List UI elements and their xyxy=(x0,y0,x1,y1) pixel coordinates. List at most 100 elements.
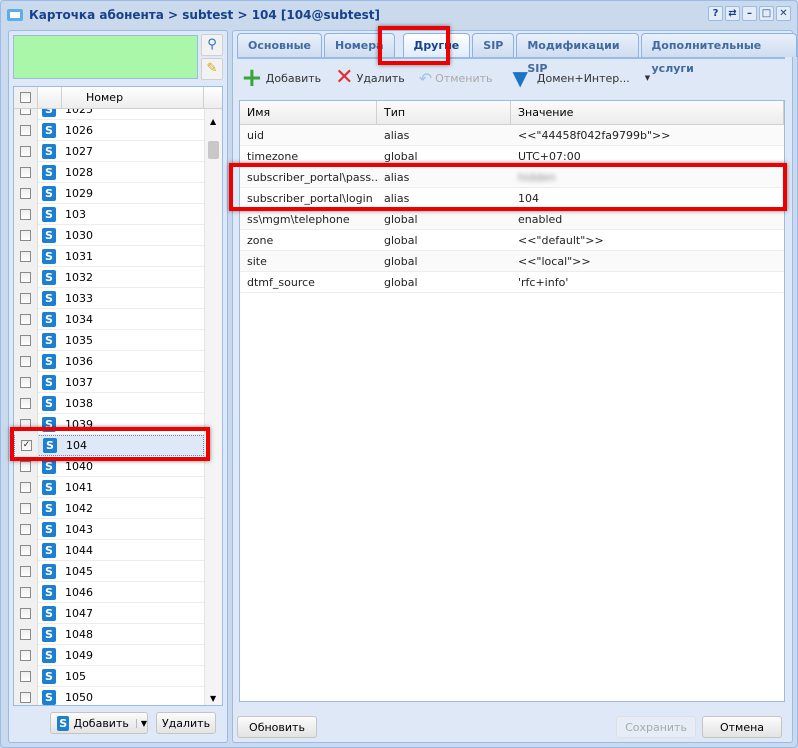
number-column-header[interactable]: Номер xyxy=(62,87,204,108)
add-button[interactable]: + Добавить xyxy=(237,65,325,91)
number-row[interactable]: S 105 xyxy=(14,665,204,687)
row-checkbox-cell[interactable] xyxy=(14,539,38,561)
header-name[interactable]: Имя xyxy=(240,101,377,124)
row-checkbox[interactable] xyxy=(20,691,31,703)
row-checkbox[interactable] xyxy=(20,250,31,262)
number-row[interactable]: S 1028 xyxy=(14,161,204,183)
number-row[interactable]: S 1039 xyxy=(14,413,204,435)
row-checkbox[interactable] xyxy=(20,292,31,304)
row-checkbox[interactable] xyxy=(20,187,31,199)
row-checkbox[interactable]: ✓ xyxy=(21,440,32,451)
minimize-button[interactable]: – xyxy=(742,6,757,21)
tab-other[interactable]: Другие xyxy=(402,33,471,57)
filter-button[interactable]: ▼ Домен+Интер... ▼ xyxy=(509,66,655,90)
row-checkbox-cell[interactable] xyxy=(14,644,38,666)
row-checkbox[interactable] xyxy=(20,481,31,493)
parameter-row[interactable]: subscriber_portal\pass... alias hidden xyxy=(240,167,784,188)
number-row[interactable]: S 1041 xyxy=(14,476,204,498)
row-checkbox-cell[interactable] xyxy=(14,308,38,330)
row-checkbox[interactable] xyxy=(20,670,31,682)
row-checkbox-cell[interactable] xyxy=(14,623,38,645)
refresh-button[interactable]: Обновить xyxy=(237,716,317,738)
row-checkbox[interactable] xyxy=(20,124,31,136)
chevron-down-icon[interactable]: ▼ xyxy=(135,718,147,728)
number-row[interactable]: S 1038 xyxy=(14,392,204,414)
row-checkbox-cell[interactable] xyxy=(14,497,38,519)
scroll-thumb[interactable] xyxy=(208,141,219,159)
scroll-down-arrow[interactable]: ▼ xyxy=(210,694,216,703)
row-checkbox-cell[interactable] xyxy=(14,266,38,288)
number-row[interactable]: S 1031 xyxy=(14,245,204,267)
header-type[interactable]: Тип xyxy=(377,101,511,124)
delete-number-button[interactable]: Удалить xyxy=(156,712,216,734)
select-all-cell[interactable] xyxy=(14,87,38,108)
row-checkbox-cell[interactable] xyxy=(14,329,38,351)
edit-button[interactable]: ✎ xyxy=(201,58,223,80)
number-row[interactable]: S 1029 xyxy=(14,182,204,204)
row-checkbox[interactable] xyxy=(20,628,31,640)
tab-numbers[interactable]: Номера xyxy=(324,33,395,57)
number-row[interactable]: S 1034 xyxy=(14,308,204,330)
undo-button[interactable]: ↶ Отменить xyxy=(415,69,497,88)
number-row[interactable]: S 103 xyxy=(14,203,204,225)
help-button[interactable]: ? xyxy=(708,6,723,21)
parameter-row[interactable]: subscriber_portal\login alias 104 xyxy=(240,188,784,209)
close-button[interactable]: ✕ xyxy=(776,6,791,21)
tab-main[interactable]: Основные xyxy=(237,33,322,57)
number-row[interactable]: S 1048 xyxy=(14,623,204,645)
cancel-button[interactable]: Отмена xyxy=(702,716,782,738)
row-checkbox-cell[interactable] xyxy=(14,602,38,624)
number-row[interactable]: S 1036 xyxy=(14,350,204,372)
row-checkbox-cell[interactable] xyxy=(14,287,38,309)
number-row[interactable]: S 1044 xyxy=(14,539,204,561)
row-checkbox-cell[interactable] xyxy=(14,371,38,393)
parameter-row[interactable]: uid alias <<"44458f042fa9799b">> xyxy=(240,125,784,146)
parameter-row[interactable]: timezone global UTC+07:00 xyxy=(240,146,784,167)
number-row[interactable]: S 1025 xyxy=(14,109,204,120)
row-checkbox-cell[interactable] xyxy=(14,109,38,120)
row-checkbox[interactable] xyxy=(20,229,31,241)
row-checkbox[interactable] xyxy=(20,313,31,325)
row-checkbox[interactable] xyxy=(20,586,31,598)
number-row[interactable]: S 1033 xyxy=(14,287,204,309)
number-row[interactable]: S 1035 xyxy=(14,329,204,351)
number-row[interactable]: S 1032 xyxy=(14,266,204,288)
number-row[interactable]: ✓ S 104 xyxy=(14,435,204,456)
row-checkbox[interactable] xyxy=(20,145,31,157)
numbers-scrollbar[interactable]: ▲ ▼ xyxy=(204,109,222,705)
row-checkbox-cell[interactable]: ✓ xyxy=(15,435,39,456)
delete-button[interactable]: ✕ Удалить xyxy=(331,67,409,89)
row-checkbox-cell[interactable] xyxy=(14,224,38,246)
number-row[interactable]: S 1037 xyxy=(14,371,204,393)
refresh-window-button[interactable]: ⇄ xyxy=(725,6,740,21)
row-checkbox-cell[interactable] xyxy=(14,686,38,705)
number-row[interactable]: S 1047 xyxy=(14,602,204,624)
row-checkbox[interactable] xyxy=(20,523,31,535)
row-checkbox[interactable] xyxy=(20,565,31,577)
row-checkbox[interactable] xyxy=(20,649,31,661)
save-button[interactable]: Сохранить xyxy=(616,716,696,738)
row-checkbox[interactable] xyxy=(20,271,31,283)
row-checkbox[interactable] xyxy=(20,208,31,220)
row-checkbox[interactable] xyxy=(20,355,31,367)
parameter-row[interactable]: site global <<"local">> xyxy=(240,251,784,272)
row-checkbox[interactable] xyxy=(20,166,31,178)
parameter-row[interactable]: ss\mgm\telephone global enabled xyxy=(240,209,784,230)
number-row[interactable]: S 1045 xyxy=(14,560,204,582)
tab-sip-modifications[interactable]: Модификации SIP xyxy=(516,33,639,75)
number-row[interactable]: S 1027 xyxy=(14,140,204,162)
row-checkbox[interactable] xyxy=(20,544,31,556)
row-checkbox-cell[interactable] xyxy=(14,665,38,687)
number-row[interactable]: S 1049 xyxy=(14,644,204,666)
number-row[interactable]: S 1046 xyxy=(14,581,204,603)
number-row[interactable]: S 1030 xyxy=(14,224,204,246)
row-checkbox-cell[interactable] xyxy=(14,140,38,162)
maximize-button[interactable]: □ xyxy=(759,6,774,21)
row-checkbox[interactable] xyxy=(20,376,31,388)
parameter-row[interactable]: dtmf_source global 'rfc+info' xyxy=(240,272,784,293)
number-row[interactable]: S 1026 xyxy=(14,119,204,141)
row-checkbox[interactable] xyxy=(20,607,31,619)
row-checkbox[interactable] xyxy=(20,502,31,514)
row-checkbox-cell[interactable] xyxy=(14,455,38,477)
row-checkbox-cell[interactable] xyxy=(14,182,38,204)
